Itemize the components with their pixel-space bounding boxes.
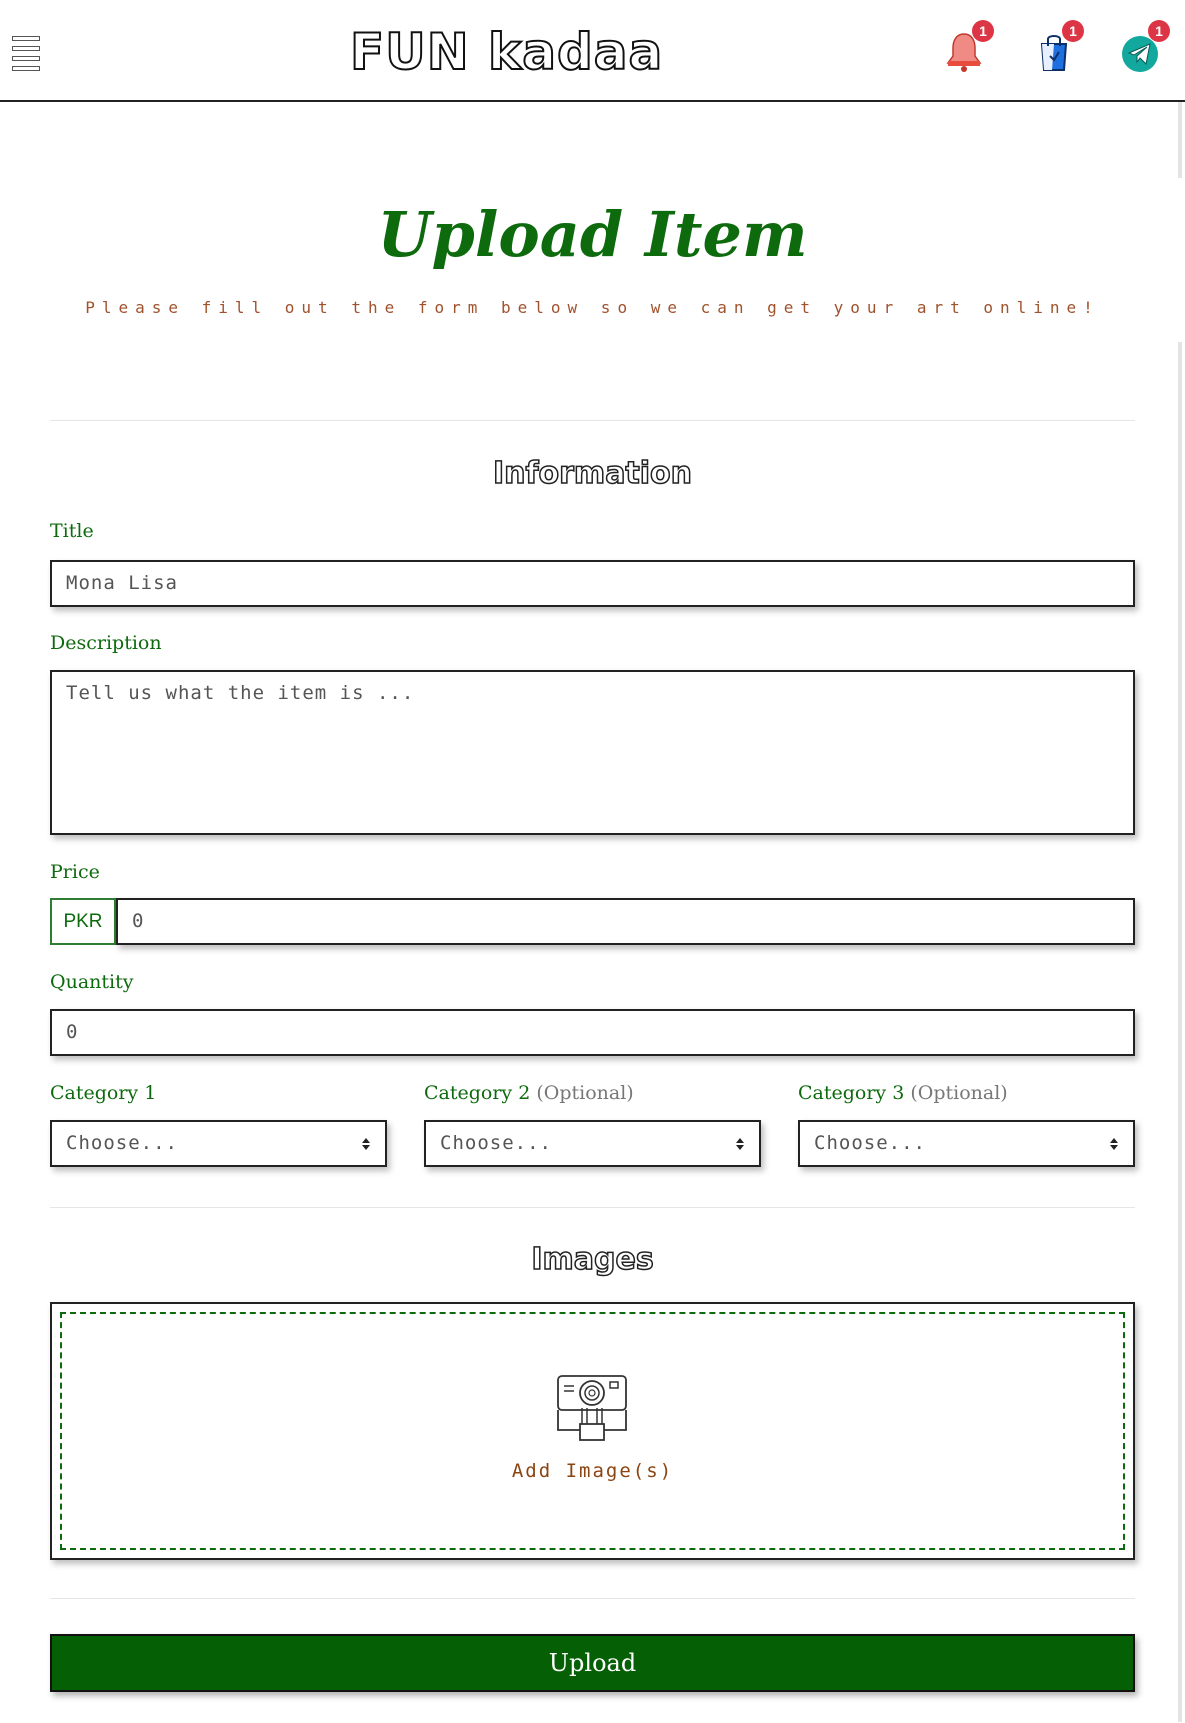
scrollbar[interactable] <box>1173 102 1185 1723</box>
brand-logo[interactable]: FUN kadaa <box>349 20 663 84</box>
category2-selected-value: Choose... <box>440 1132 552 1154</box>
category3-label: Category 3 (Optional) <box>798 1082 1008 1104</box>
navbar: FUN kadaa 1 1 1 <box>0 0 1185 102</box>
notifications-button[interactable]: 1 <box>944 20 994 74</box>
menu-icon[interactable] <box>12 36 40 71</box>
add-images-label[interactable]: Add Image(s) <box>52 1460 1133 1482</box>
images-section-title: Images <box>531 1241 655 1278</box>
quantity-input[interactable]: 0 <box>50 1009 1135 1056</box>
messages-button[interactable]: 1 <box>1120 20 1170 74</box>
image-dropzone[interactable]: Add Image(s) <box>50 1302 1135 1560</box>
optional-note: (Optional) <box>536 1082 634 1104</box>
category1-label-text: Category 1 <box>50 1082 157 1104</box>
title-label: Title <box>50 520 94 542</box>
notifications-badge: 1 <box>972 20 994 42</box>
quantity-label: Quantity <box>50 971 134 993</box>
page-title: Upload Item <box>377 198 808 271</box>
camera-icon <box>557 1375 627 1441</box>
upload-button[interactable]: Upload <box>50 1634 1135 1692</box>
description-textarea[interactable]: Tell us what the item is ... <box>50 670 1135 835</box>
divider <box>50 1598 1135 1599</box>
cart-badge: 1 <box>1062 20 1084 42</box>
information-section-title: Information <box>492 455 693 492</box>
price-label: Price <box>50 861 100 883</box>
category2-label: Category 2 (Optional) <box>424 1082 634 1104</box>
category1-select[interactable]: Choose... <box>50 1120 387 1167</box>
description-label: Description <box>50 632 162 654</box>
category2-label-text: Category 2 <box>424 1082 531 1104</box>
divider <box>50 1207 1135 1208</box>
price-currency-prefix: PKR <box>50 898 116 945</box>
category1-selected-value: Choose... <box>66 1132 178 1154</box>
category1-label: Category 1 <box>50 1082 156 1104</box>
price-input[interactable]: 0 <box>116 898 1135 945</box>
optional-note: (Optional) <box>910 1082 1008 1104</box>
cart-button[interactable]: 1 <box>1034 20 1084 74</box>
select-arrows-icon <box>362 1138 370 1150</box>
category3-label-text: Category 3 <box>798 1082 905 1104</box>
category2-select[interactable]: Choose... <box>424 1120 761 1167</box>
category3-select[interactable]: Choose... <box>798 1120 1135 1167</box>
category3-selected-value: Choose... <box>814 1132 926 1154</box>
title-input[interactable]: Mona Lisa <box>50 560 1135 607</box>
divider <box>50 420 1135 421</box>
messages-badge: 1 <box>1148 20 1170 42</box>
page-subtitle: Please fill out the form below so we can… <box>85 298 1100 317</box>
select-arrows-icon <box>736 1138 744 1150</box>
select-arrows-icon <box>1110 1138 1118 1150</box>
